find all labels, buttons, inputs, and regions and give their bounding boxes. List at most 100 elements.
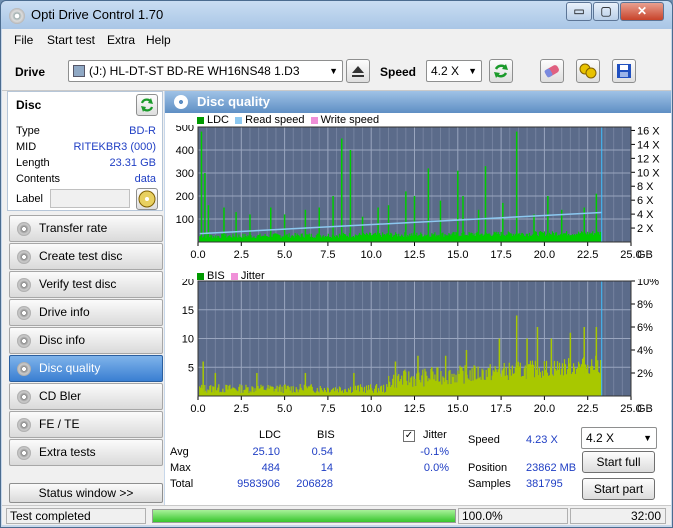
nav-fe-te[interactable]: FE / TE — [9, 411, 163, 438]
drive-select[interactable]: (J:) HL-DT-ST BD-RE WH16NS48 1.D3 ▼ — [68, 60, 343, 82]
disc-panel: Disc Type BD-R MID RITEKBR3 (000) Length 23… — [7, 91, 163, 211]
x-tick-label: 0.0 — [190, 403, 205, 415]
eraser-icon — [544, 65, 559, 78]
position-label: Position — [468, 462, 508, 474]
save-button[interactable] — [612, 59, 636, 83]
disc-icon — [17, 418, 31, 432]
x-tick-label: 12.5 — [404, 249, 425, 261]
nav-disc-info[interactable]: Disc info — [9, 327, 163, 354]
panel-header: Disc quality — [165, 91, 671, 113]
y-tick-label: 5 — [188, 362, 194, 374]
x-tick-label: 17.5 — [490, 403, 511, 415]
stats-max-ldc: 484 — [261, 462, 280, 474]
disc-refresh-button[interactable] — [136, 94, 158, 116]
refresh-icon — [494, 64, 508, 78]
menu-start-test[interactable]: Start test — [47, 33, 95, 47]
bis-chart: 20 15 10 5 10% 8% 6% 4% 2% 0.0 2.5 5.0 7.5 10.0 12.5 15… — [182, 279, 659, 415]
maximize-button[interactable]: ▢ — [593, 2, 619, 21]
menu-bar: File Start test Extra Help — [2, 29, 671, 51]
x-tick-label: 15.0 — [447, 403, 468, 415]
speed-select-value: 4.2 X — [431, 64, 460, 78]
start-part-button[interactable]: Start part — [582, 478, 655, 500]
stats-header-jitter: Jitter — [423, 429, 447, 441]
y-right-tick-label: 8 X — [637, 181, 654, 193]
disc-icon — [17, 446, 31, 460]
chevron-down-icon: ▼ — [643, 433, 652, 443]
disc-row-contents: Contents data — [16, 173, 156, 185]
disc-icon — [138, 190, 156, 208]
disc-quality-panel: Disc quality LDC Read speed Write speed … — [165, 91, 671, 505]
drive-select-value: (J:) HL-DT-ST BD-RE WH16NS48 1.D3 — [89, 64, 300, 78]
menu-help[interactable]: Help — [146, 33, 171, 47]
nav-cd-bler[interactable]: CD Bler — [9, 383, 163, 410]
disc-label-key: Label — [16, 193, 43, 205]
stats-total-ldc: 9583906 — [237, 478, 280, 490]
nav-transfer-rate[interactable]: Transfer rate — [9, 215, 163, 242]
x-tick-label: 17.5 — [490, 249, 511, 261]
speed-select[interactable]: 4.2 X ▼ — [426, 60, 482, 82]
disc-label-button[interactable] — [136, 188, 158, 210]
x-tick-label: 15.0 — [447, 249, 468, 261]
stats-header-bis: BIS — [317, 429, 335, 441]
nav-create-test-disc[interactable]: Create test disc — [9, 243, 163, 270]
chevron-down-icon: ▼ — [329, 66, 338, 76]
stats-avg-jitter: -0.1% — [420, 446, 449, 458]
status-text: Test completed — [6, 508, 146, 524]
disc-icon — [17, 362, 31, 376]
stats-total-label: Total — [170, 478, 194, 490]
jitter-checkbox[interactable]: ✓ — [403, 430, 415, 442]
copy-icon — [579, 63, 597, 79]
menu-file[interactable]: File — [14, 33, 33, 47]
refresh-icon — [140, 98, 154, 112]
ldc-chart: 500 400 300 200 100 16 X 14 X 12 X 10 X 8 X 6 X 4 X… — [176, 125, 661, 261]
x-tick-label: 12.5 — [404, 403, 425, 415]
close-button[interactable]: ✕ — [620, 2, 664, 21]
x-tick-label: 5.0 — [277, 249, 292, 261]
y-tick-label: 15 — [182, 305, 194, 317]
stats-avg-bis: 0.54 — [311, 446, 333, 458]
nav-drive-info[interactable]: Drive info — [9, 299, 163, 326]
nav-disc-quality[interactable]: Disc quality — [9, 355, 163, 382]
disc-icon — [17, 250, 31, 264]
sidebar: Disc Type BD-R MID RITEKBR3 (000) Length 23… — [2, 91, 164, 505]
x-tick-label: 2.5 — [234, 249, 249, 261]
test-speed-select[interactable]: 4.2 X ▼ — [581, 427, 657, 449]
stats-max-label: Max — [170, 462, 191, 474]
status-window-button[interactable]: Status window >> — [9, 483, 163, 503]
speed-readout-label: Speed — [468, 434, 500, 446]
y-right-tick-label: 8% — [637, 299, 653, 311]
x-unit-label: GB — [637, 403, 653, 415]
disc-icon — [17, 334, 31, 348]
disc-label-input[interactable] — [50, 189, 130, 208]
window-title: Opti Drive Control 1.70 — [31, 7, 164, 22]
y-right-tick-label: 6% — [637, 322, 653, 334]
minimize-button[interactable]: ▭ — [566, 2, 592, 21]
stats-header-ldc: LDC — [259, 429, 282, 441]
y-right-tick-label: 16 X — [637, 125, 660, 137]
refresh-speed-button[interactable] — [489, 59, 513, 83]
y-right-tick-label: 2 X — [637, 223, 654, 235]
stats-avg-ldc: 25.10 — [252, 446, 280, 458]
panel-title: Disc quality — [197, 94, 270, 109]
nav-verify-test-disc[interactable]: Verify test disc — [9, 271, 163, 298]
toolbar: Drive (J:) HL-DT-ST BD-RE WH16NS48 1.D3 … — [2, 51, 671, 91]
samples-label: Samples — [468, 478, 511, 490]
copy-button[interactable] — [576, 59, 600, 83]
erase-button[interactable] — [540, 59, 564, 83]
y-tick-label: 500 — [176, 125, 194, 134]
menu-extra[interactable]: Extra — [107, 33, 135, 47]
y-right-tick-label: 14 X — [637, 139, 660, 151]
save-icon — [617, 64, 631, 78]
y-right-tick-label: 2% — [637, 368, 653, 380]
disc-row-mid: MID RITEKBR3 (000) — [16, 141, 156, 153]
position-value: 23862 MB — [526, 462, 577, 474]
nav-extra-tests[interactable]: Extra tests — [9, 439, 163, 466]
start-full-button[interactable]: Start full — [582, 451, 655, 473]
y-tick-label: 200 — [176, 191, 194, 203]
y-tick-label: 100 — [176, 214, 194, 226]
progress-fill — [153, 510, 455, 522]
x-tick-label: 20.0 — [534, 403, 555, 415]
eject-button[interactable] — [346, 59, 370, 83]
y-tick-label: 400 — [176, 145, 194, 157]
stats-total-bis: 206828 — [296, 478, 333, 490]
